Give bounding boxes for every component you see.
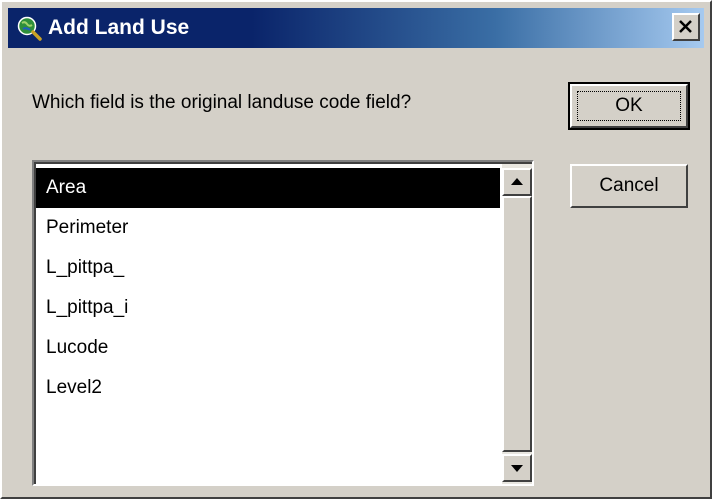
- scroll-track[interactable]: [502, 196, 532, 452]
- vertical-scrollbar[interactable]: [502, 164, 532, 484]
- title-bar[interactable]: Add Land Use: [8, 8, 704, 48]
- close-x-icon: [679, 20, 692, 33]
- window-title: Add Land Use: [48, 16, 190, 39]
- close-button[interactable]: [672, 13, 700, 41]
- ok-button[interactable]: OK: [568, 82, 690, 130]
- prompt-label: Which field is the original landuse code…: [32, 92, 412, 113]
- scroll-down-button[interactable]: [502, 454, 532, 482]
- cancel-button[interactable]: Cancel: [570, 164, 688, 208]
- list-item[interactable]: Area: [36, 168, 500, 208]
- list-item[interactable]: Lucode: [36, 328, 500, 368]
- field-list: Area Perimeter L_pittpa_ L_pittpa_i Lucode Le…: [36, 168, 500, 408]
- list-item[interactable]: L_pittpa_i: [36, 288, 500, 328]
- field-listbox[interactable]: Area Perimeter L_pittpa_ L_pittpa_i Lucode Le…: [32, 160, 534, 486]
- list-item[interactable]: Level2: [36, 368, 500, 408]
- ok-button-label: OK: [615, 95, 643, 116]
- scroll-up-button[interactable]: [502, 168, 532, 196]
- arrow-down-icon: [511, 465, 523, 472]
- arrow-up-icon: [511, 178, 523, 185]
- list-item[interactable]: Perimeter: [36, 208, 500, 248]
- magnifier-globe-icon: [17, 16, 42, 41]
- cancel-button-label: Cancel: [599, 175, 659, 196]
- list-item[interactable]: L_pittpa_: [36, 248, 500, 288]
- add-land-use-dialog: Add Land Use Which field is the original…: [0, 0, 712, 499]
